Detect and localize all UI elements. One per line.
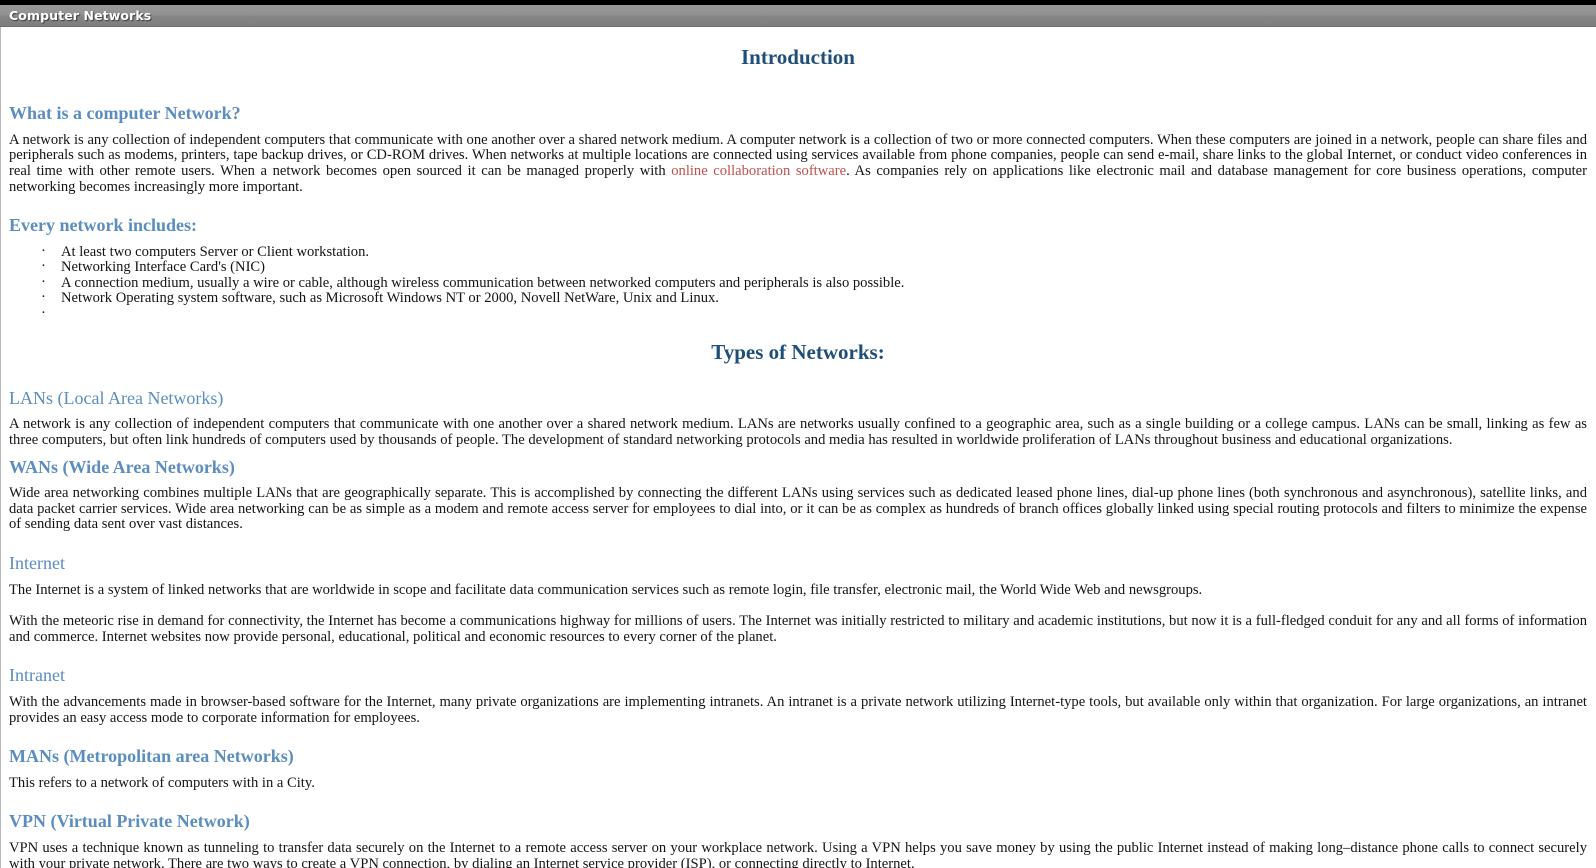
heading-lans: LANs (Local Area Networks) <box>9 387 224 408</box>
paragraph-wans: Wide area networking combines multiple L… <box>9 485 1587 533</box>
window-titlebar: Computer Networks <box>0 5 1596 27</box>
list-item <box>9 306 1587 323</box>
online-collaboration-software-link[interactable]: online collaboration software <box>671 163 846 179</box>
paragraph-vpn: VPN uses a technique known as tunneling … <box>9 839 1587 868</box>
heading-mans: MANs (Metropolitan area Networks) <box>9 746 294 767</box>
every-network-includes-list: At least two computers Server or Client … <box>9 244 1587 323</box>
list-item: Network Operating system software, such … <box>9 291 1587 307</box>
page-title: Introduction <box>741 45 855 69</box>
paragraph-internet-2: With the meteoric rise in demand for con… <box>9 613 1587 645</box>
paragraph-mans: This refers to a network of computers wi… <box>9 774 315 791</box>
list-item: Networking Interface Card's (NIC) <box>9 259 1587 276</box>
heading-what-is-a-computer-network: What is a computer Network? <box>9 103 241 124</box>
heading-every-network-includes: Every network includes: <box>9 215 197 236</box>
paragraph-internet-1: The Internet is a system of linked netwo… <box>9 581 1203 598</box>
window-title: Computer Networks <box>9 8 152 23</box>
heading-wans: WANs (Wide Area Networks) <box>9 456 235 477</box>
document-page: Introduction What is a computer Network?… <box>0 27 1596 868</box>
heading-intranet: Intranet <box>9 665 65 686</box>
list-item: At least two computers Server or Client … <box>9 244 1587 261</box>
heading-internet: Internet <box>9 552 65 573</box>
heading-vpn: VPN (Virtual Private Network) <box>9 811 250 832</box>
section-title-types-of-networks: Types of Networks: <box>711 339 885 364</box>
paragraph-lans: A network is any collection of independe… <box>9 416 1587 448</box>
list-item: A connection medium, usually a wire or c… <box>9 275 1587 292</box>
paragraph-what-is-a-computer-network: A network is any collection of independe… <box>9 132 1587 195</box>
paragraph-intranet: With the advancements made in browser-ba… <box>9 693 1587 726</box>
